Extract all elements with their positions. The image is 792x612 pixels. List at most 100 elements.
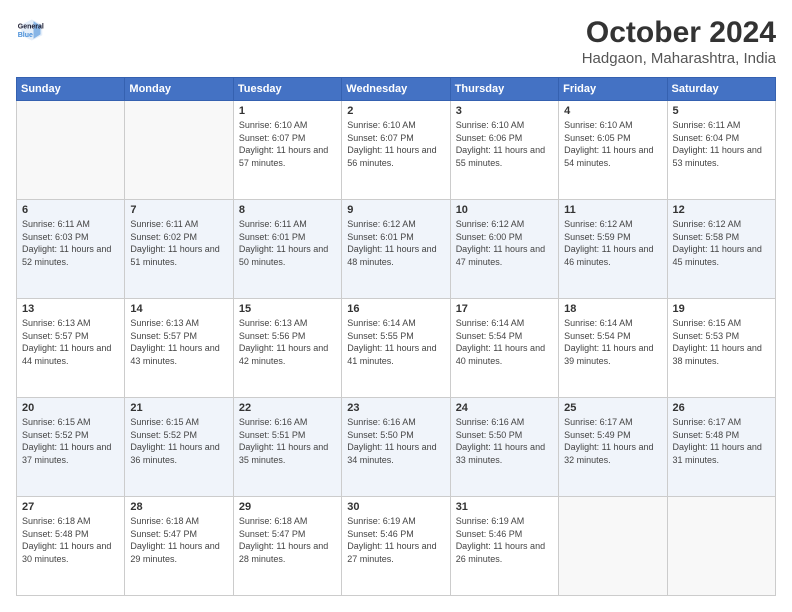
day-number: 26 (673, 402, 770, 414)
day-number: 14 (130, 303, 227, 315)
day-number: 1 (239, 105, 336, 117)
calendar-cell: 10 Sunrise: 6:12 AMSunset: 6:00 PMDayligh… (450, 200, 558, 299)
calendar-cell: 4 Sunrise: 6:10 AMSunset: 6:05 PMDaylight… (559, 101, 667, 200)
calendar-cell: 8 Sunrise: 6:11 AMSunset: 6:01 PMDaylight… (233, 200, 341, 299)
page: General Blue October 2024 Hadgaon, Mahar… (0, 0, 792, 612)
calendar-cell: 23 Sunrise: 6:16 AMSunset: 5:50 PMDayligh… (342, 398, 450, 497)
day-info: Sunrise: 6:10 AMSunset: 6:05 PMDaylight:… (564, 119, 661, 169)
day-info: Sunrise: 6:12 AMSunset: 5:58 PMDaylight:… (673, 218, 770, 268)
col-header-tuesday: Tuesday (233, 78, 341, 101)
logo-icon: General Blue (16, 16, 44, 44)
day-info: Sunrise: 6:10 AMSunset: 6:07 PMDaylight:… (347, 119, 444, 169)
day-info: Sunrise: 6:11 AMSunset: 6:01 PMDaylight:… (239, 218, 336, 268)
calendar-cell: 18 Sunrise: 6:14 AMSunset: 5:54 PMDayligh… (559, 299, 667, 398)
header: General Blue October 2024 Hadgaon, Mahar… (16, 16, 776, 67)
day-info: Sunrise: 6:15 AMSunset: 5:52 PMDaylight:… (22, 416, 119, 466)
day-number: 22 (239, 402, 336, 414)
calendar-cell: 31 Sunrise: 6:19 AMSunset: 5:46 PMDayligh… (450, 497, 558, 596)
calendar-header-row: SundayMondayTuesdayWednesdayThursdayFrid… (17, 78, 776, 101)
day-info: Sunrise: 6:13 AMSunset: 5:56 PMDaylight:… (239, 317, 336, 367)
calendar-cell: 12 Sunrise: 6:12 AMSunset: 5:58 PMDayligh… (667, 200, 775, 299)
calendar-week-1: 1 Sunrise: 6:10 AMSunset: 6:07 PMDaylight… (17, 101, 776, 200)
day-info: Sunrise: 6:11 AMSunset: 6:04 PMDaylight:… (673, 119, 770, 169)
day-info: Sunrise: 6:16 AMSunset: 5:50 PMDaylight:… (347, 416, 444, 466)
calendar-cell: 22 Sunrise: 6:16 AMSunset: 5:51 PMDayligh… (233, 398, 341, 497)
day-info: Sunrise: 6:12 AMSunset: 6:01 PMDaylight:… (347, 218, 444, 268)
day-number: 28 (130, 501, 227, 513)
calendar-cell (125, 101, 233, 200)
day-number: 11 (564, 204, 661, 216)
day-number: 2 (347, 105, 444, 117)
day-info: Sunrise: 6:14 AMSunset: 5:54 PMDaylight:… (564, 317, 661, 367)
day-info: Sunrise: 6:12 AMSunset: 6:00 PMDaylight:… (456, 218, 553, 268)
col-header-saturday: Saturday (667, 78, 775, 101)
calendar-cell: 11 Sunrise: 6:12 AMSunset: 5:59 PMDayligh… (559, 200, 667, 299)
day-number: 17 (456, 303, 553, 315)
day-number: 9 (347, 204, 444, 216)
calendar-cell: 25 Sunrise: 6:17 AMSunset: 5:49 PMDayligh… (559, 398, 667, 497)
day-number: 18 (564, 303, 661, 315)
day-number: 30 (347, 501, 444, 513)
day-number: 21 (130, 402, 227, 414)
calendar-cell (559, 497, 667, 596)
main-title: October 2024 (582, 16, 776, 50)
day-number: 10 (456, 204, 553, 216)
day-info: Sunrise: 6:13 AMSunset: 5:57 PMDaylight:… (22, 317, 119, 367)
day-number: 7 (130, 204, 227, 216)
calendar-cell: 13 Sunrise: 6:13 AMSunset: 5:57 PMDayligh… (17, 299, 125, 398)
day-number: 5 (673, 105, 770, 117)
day-number: 13 (22, 303, 119, 315)
day-info: Sunrise: 6:14 AMSunset: 5:55 PMDaylight:… (347, 317, 444, 367)
calendar-cell: 27Sunrise: 6:18 AMSunset: 5:48 PMDayligh… (17, 497, 125, 596)
day-info: Sunrise: 6:11 AMSunset: 6:03 PMDaylight:… (22, 218, 119, 268)
logo: General Blue (16, 16, 44, 44)
calendar-cell: 1Sunrise: 6:10 AMSunset: 6:07 PMDaylight… (233, 101, 341, 200)
day-info: Sunrise: 6:12 AMSunset: 5:59 PMDaylight:… (564, 218, 661, 268)
day-info: Sunrise: 6:10 AMSunset: 6:06 PMDaylight:… (456, 119, 553, 169)
calendar-cell: 9 Sunrise: 6:12 AMSunset: 6:01 PMDaylight… (342, 200, 450, 299)
calendar-cell: 6 Sunrise: 6:11 AMSunset: 6:03 PMDaylight… (17, 200, 125, 299)
calendar-cell: 16Sunrise: 6:14 AMSunset: 5:55 PMDayligh… (342, 299, 450, 398)
calendar-cell: 14 Sunrise: 6:13 AMSunset: 5:57 PMDayligh… (125, 299, 233, 398)
day-info: Sunrise: 6:11 AMSunset: 6:02 PMDaylight:… (130, 218, 227, 268)
calendar-cell: 15 Sunrise: 6:13 AMSunset: 5:56 PMDayligh… (233, 299, 341, 398)
day-number: 29 (239, 501, 336, 513)
day-info: Sunrise: 6:19 AMSunset: 5:46 PMDaylight:… (456, 515, 553, 565)
day-number: 15 (239, 303, 336, 315)
day-number: 24 (456, 402, 553, 414)
day-number: 19 (673, 303, 770, 315)
calendar-cell: 26 Sunrise: 6:17 AMSunset: 5:48 PMDayligh… (667, 398, 775, 497)
col-header-thursday: Thursday (450, 78, 558, 101)
calendar-week-3: 13 Sunrise: 6:13 AMSunset: 5:57 PMDayligh… (17, 299, 776, 398)
col-header-sunday: Sunday (17, 78, 125, 101)
calendar-cell: 28Sunrise: 6:18 AMSunset: 5:47 PMDayligh… (125, 497, 233, 596)
day-info: Sunrise: 6:15 AMSunset: 5:52 PMDaylight:… (130, 416, 227, 466)
calendar-cell: 24 Sunrise: 6:16 AMSunset: 5:50 PMDayligh… (450, 398, 558, 497)
day-info: Sunrise: 6:15 AMSunset: 5:53 PMDaylight:… (673, 317, 770, 367)
day-number: 25 (564, 402, 661, 414)
day-number: 4 (564, 105, 661, 117)
day-number: 23 (347, 402, 444, 414)
day-info: Sunrise: 6:16 AMSunset: 5:51 PMDaylight:… (239, 416, 336, 466)
day-number: 6 (22, 204, 119, 216)
day-info: Sunrise: 6:17 AMSunset: 5:48 PMDaylight:… (673, 416, 770, 466)
day-number: 27 (22, 501, 119, 513)
calendar-week-5: 27Sunrise: 6:18 AMSunset: 5:48 PMDayligh… (17, 497, 776, 596)
calendar-cell: 2 Sunrise: 6:10 AMSunset: 6:07 PMDaylight… (342, 101, 450, 200)
calendar-cell: 21 Sunrise: 6:15 AMSunset: 5:52 PMDayligh… (125, 398, 233, 497)
calendar-cell: 20 Sunrise: 6:15 AMSunset: 5:52 PMDayligh… (17, 398, 125, 497)
day-info: Sunrise: 6:17 AMSunset: 5:49 PMDaylight:… (564, 416, 661, 466)
calendar-table: SundayMondayTuesdayWednesdayThursdayFrid… (16, 77, 776, 596)
calendar-cell: 7 Sunrise: 6:11 AMSunset: 6:02 PMDaylight… (125, 200, 233, 299)
calendar-cell: 29Sunrise: 6:18 AMSunset: 5:47 PMDayligh… (233, 497, 341, 596)
day-number: 20 (22, 402, 119, 414)
col-header-wednesday: Wednesday (342, 78, 450, 101)
day-info: Sunrise: 6:16 AMSunset: 5:50 PMDaylight:… (456, 416, 553, 466)
day-number: 12 (673, 204, 770, 216)
svg-text:General: General (18, 23, 44, 30)
day-number: 31 (456, 501, 553, 513)
calendar-cell (667, 497, 775, 596)
day-number: 8 (239, 204, 336, 216)
calendar-cell: 30Sunrise: 6:19 AMSunset: 5:46 PMDayligh… (342, 497, 450, 596)
day-info: Sunrise: 6:13 AMSunset: 5:57 PMDaylight:… (130, 317, 227, 367)
